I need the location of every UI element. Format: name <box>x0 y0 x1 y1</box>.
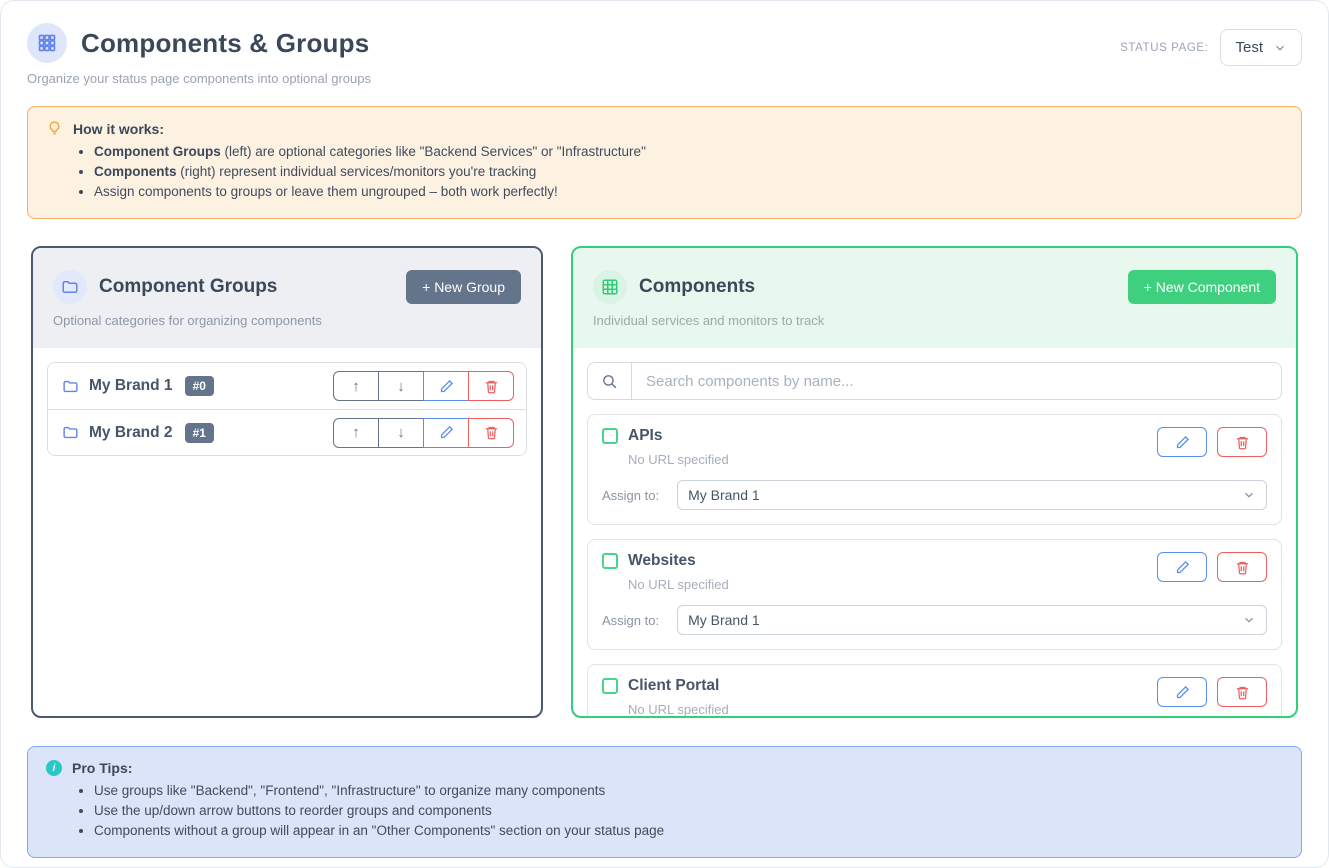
component-name: Websites <box>628 552 696 570</box>
grid-apps-icon <box>27 23 67 63</box>
status-page-label: STATUS PAGE: <box>1120 42 1208 54</box>
group-order-badge: #0 <box>185 376 214 396</box>
component-checkbox[interactable] <box>602 428 618 444</box>
move-up-button[interactable]: ↑ <box>333 418 379 448</box>
groups-panel-title: Component Groups <box>99 276 277 298</box>
component-name: APIs <box>628 427 662 445</box>
how-it-works-item: Components (right) represent individual … <box>94 164 1283 179</box>
new-group-button[interactable]: + New Group <box>406 270 521 304</box>
assign-group-select[interactable]: My Brand 1 <box>677 605 1267 635</box>
how-it-works-title: How it works: <box>73 121 164 137</box>
pro-tip-item: Components without a group will appear i… <box>94 823 1283 838</box>
move-up-button[interactable]: ↑ <box>333 371 379 401</box>
page-header: Components & Groups Organize your status… <box>27 23 1302 86</box>
folder-icon <box>62 378 79 395</box>
groups-panel-subtitle: Optional categories for organizing compo… <box>53 313 521 328</box>
component-search <box>587 362 1282 400</box>
trash-icon <box>484 379 499 394</box>
pencil-icon <box>1175 435 1190 450</box>
page-subtitle: Organize your status page components int… <box>27 71 371 86</box>
pencil-icon <box>439 425 454 440</box>
chevron-down-icon <box>1273 41 1287 55</box>
component-card: Websites No URL specified <box>587 539 1282 650</box>
new-component-button[interactable]: + New Component <box>1128 270 1276 304</box>
component-card: APIs No URL specified <box>587 414 1282 525</box>
group-order-badge: #1 <box>185 423 214 443</box>
assign-to-label: Assign to: <box>602 613 659 628</box>
group-row: My Brand 1 #0 ↑ ↓ <box>48 363 526 409</box>
assigned-group-value: My Brand 1 <box>688 612 760 628</box>
table-grid-icon <box>593 270 627 304</box>
pro-tips-title: Pro Tips: <box>72 760 132 776</box>
trash-icon <box>1235 685 1250 700</box>
how-it-works-item: Assign components to groups or leave the… <box>94 184 1283 199</box>
component-url-note: No URL specified <box>628 577 729 592</box>
delete-group-button[interactable] <box>468 418 514 448</box>
how-it-works-item: Component Groups (left) are optional cat… <box>94 144 1283 159</box>
pro-tip-item: Use the up/down arrow buttons to reorder… <box>94 803 1283 818</box>
component-url-note: No URL specified <box>628 452 729 467</box>
pro-tips-box: i Pro Tips: Use groups like "Backend", "… <box>27 746 1302 858</box>
folder-icon <box>53 270 87 304</box>
delete-component-button[interactable] <box>1217 552 1267 582</box>
edit-group-button[interactable] <box>423 418 469 448</box>
edit-component-button[interactable] <box>1157 427 1207 457</box>
components-groups-page: Components & Groups Organize your status… <box>0 0 1329 868</box>
pencil-icon <box>1175 560 1190 575</box>
move-down-button[interactable]: ↓ <box>378 418 424 448</box>
pro-tip-item: Use groups like "Backend", "Frontend", "… <box>94 783 1283 798</box>
folder-icon <box>62 424 79 441</box>
edit-group-button[interactable] <box>423 371 469 401</box>
assigned-group-value: My Brand 1 <box>688 487 760 503</box>
move-down-button[interactable]: ↓ <box>378 371 424 401</box>
delete-group-button[interactable] <box>468 371 514 401</box>
trash-icon <box>1235 560 1250 575</box>
how-it-works-box: How it works: Component Groups (left) ar… <box>27 106 1302 219</box>
components-panel-subtitle: Individual services and monitors to trac… <box>593 313 1276 328</box>
group-name: My Brand 1 <box>89 377 173 395</box>
search-input[interactable] <box>632 363 1281 399</box>
edit-component-button[interactable] <box>1157 552 1207 582</box>
components-panel-title: Components <box>639 276 755 298</box>
group-name: My Brand 2 <box>89 424 173 442</box>
component-groups-panel: Component Groups + New Group Optional ca… <box>31 246 543 718</box>
status-page-value: Test <box>1235 39 1263 56</box>
chevron-down-icon <box>1242 488 1256 502</box>
edit-component-button[interactable] <box>1157 677 1207 707</box>
pencil-icon <box>1175 685 1190 700</box>
component-checkbox[interactable] <box>602 678 618 694</box>
delete-component-button[interactable] <box>1217 677 1267 707</box>
assign-group-select[interactable]: My Brand 1 <box>677 480 1267 510</box>
assign-to-label: Assign to: <box>602 488 659 503</box>
pencil-icon <box>439 379 454 394</box>
search-icon <box>588 363 632 399</box>
delete-component-button[interactable] <box>1217 427 1267 457</box>
group-list: My Brand 1 #0 ↑ ↓ <box>47 362 527 456</box>
group-row: My Brand 2 #1 ↑ ↓ <box>48 409 526 455</box>
trash-icon <box>1235 435 1250 450</box>
chevron-down-icon <box>1242 613 1256 627</box>
trash-icon <box>484 425 499 440</box>
component-checkbox[interactable] <box>602 553 618 569</box>
component-card: Client Portal No URL specified <box>587 664 1282 718</box>
info-icon: i <box>46 760 62 776</box>
component-name: Client Portal <box>628 677 719 695</box>
status-page-select[interactable]: Test <box>1220 29 1302 66</box>
component-url-note: No URL specified <box>628 702 729 717</box>
lightbulb-icon <box>46 120 63 137</box>
components-panel: Components + New Component Individual se… <box>571 246 1298 718</box>
page-title: Components & Groups <box>81 28 369 59</box>
